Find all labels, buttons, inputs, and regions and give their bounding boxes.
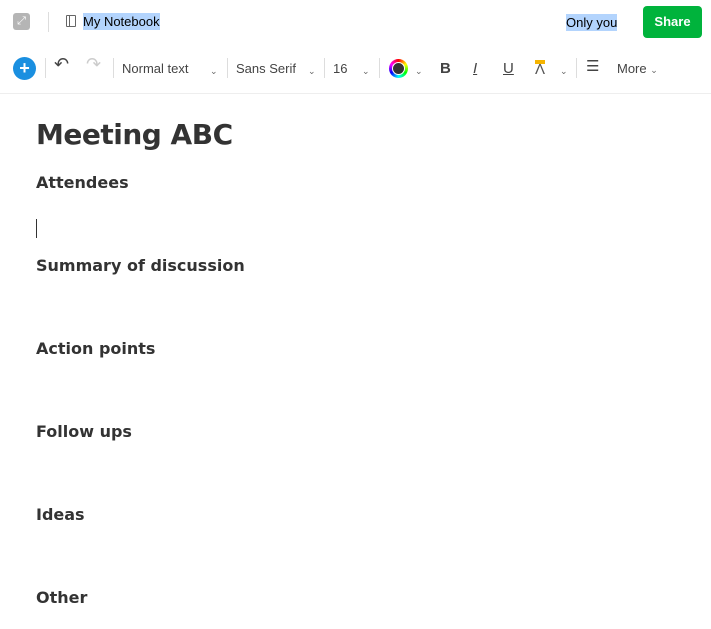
divider bbox=[113, 58, 114, 78]
section-heading[interactable]: Summary of discussion bbox=[36, 256, 245, 275]
divider bbox=[227, 58, 228, 78]
share-button[interactable]: Share bbox=[643, 6, 702, 38]
note-title[interactable]: Meeting ABC bbox=[36, 118, 233, 151]
divider bbox=[576, 58, 577, 78]
font-dropdown[interactable]: Sans Serif bbox=[236, 60, 296, 77]
text-cursor bbox=[36, 219, 37, 238]
chevron-down-icon[interactable]: ⌄ bbox=[415, 63, 423, 80]
highlight-icon[interactable]: Λ bbox=[535, 60, 546, 77]
divider bbox=[324, 58, 325, 78]
chevron-down-icon[interactable]: ⌄ bbox=[210, 63, 218, 80]
section-heading[interactable]: Other bbox=[36, 588, 87, 607]
expand-icon[interactable]: ⤢ bbox=[13, 13, 30, 30]
notebook-selector[interactable]: My Notebook bbox=[83, 13, 160, 30]
undo-icon[interactable]: ↶ bbox=[54, 55, 69, 73]
chevron-down-icon[interactable]: ⌄ bbox=[308, 63, 316, 80]
section-heading[interactable]: Follow ups bbox=[36, 422, 132, 441]
bullet-list-icon[interactable]: ☰ bbox=[586, 58, 599, 75]
section-heading[interactable]: Action points bbox=[36, 339, 155, 358]
toolbar-divider bbox=[0, 93, 711, 94]
font-label: Sans Serif bbox=[236, 61, 296, 76]
divider bbox=[48, 12, 49, 32]
chevron-down-icon[interactable]: ⌄ bbox=[560, 63, 568, 80]
paragraph-style-dropdown[interactable]: Normal text bbox=[122, 60, 188, 77]
section-heading[interactable]: Attendees bbox=[36, 173, 129, 192]
chevron-down-icon[interactable]: ⌄ bbox=[362, 63, 370, 80]
insert-plus-button[interactable]: + bbox=[13, 57, 36, 80]
section-heading[interactable]: Ideas bbox=[36, 505, 85, 524]
bold-button[interactable]: B bbox=[440, 60, 451, 77]
sharing-status[interactable]: Only you bbox=[566, 14, 618, 31]
text-color-icon[interactable] bbox=[389, 59, 408, 78]
underline-button[interactable]: U bbox=[503, 60, 514, 77]
italic-button[interactable]: I bbox=[473, 60, 477, 77]
style-label: Normal text bbox=[122, 61, 189, 76]
more-button[interactable]: More ⌄ bbox=[617, 60, 658, 79]
more-label: More bbox=[617, 61, 647, 76]
divider bbox=[379, 58, 380, 78]
divider bbox=[45, 58, 46, 78]
redo-icon[interactable]: ↷ bbox=[86, 55, 101, 73]
font-size-dropdown[interactable]: 16 bbox=[333, 60, 347, 77]
size-label: 16 bbox=[333, 61, 348, 76]
notebook-icon bbox=[66, 15, 76, 27]
